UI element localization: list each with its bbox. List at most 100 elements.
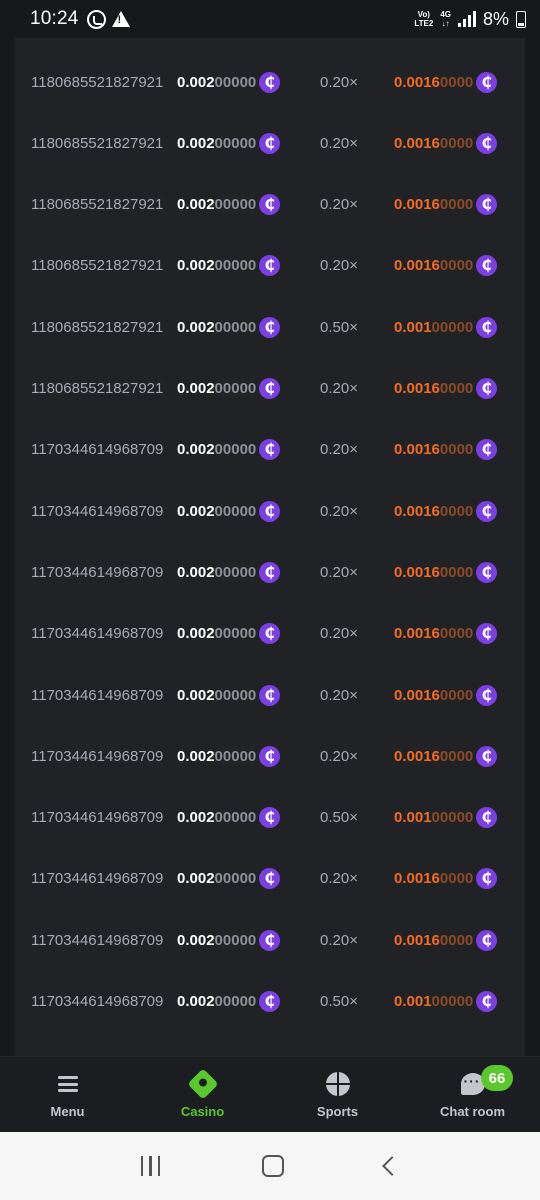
bet-multiplier: 0.20× (320, 441, 358, 459)
bet-multiplier: 0.20× (320, 502, 358, 520)
bet-row[interactable]: 1180685521827921 0.002 00000 ₵ 0.20× 0.0016 00… (15, 358, 525, 419)
bet-payout: 0.001 00000 ₵ (394, 316, 498, 338)
coin-icon: ₵ (476, 561, 498, 583)
bet-payout-trailing: 00000 (431, 318, 474, 336)
volte-line2: LTE2 (414, 19, 434, 28)
bet-multiplier: 0.20× (320, 625, 358, 643)
bet-payout-trailing: 0000 (439, 134, 474, 152)
bet-amount: 0.002 00000 ₵ (177, 71, 281, 93)
nav-sports[interactable]: Sports (270, 1057, 405, 1132)
bet-payout-trailing: 0000 (439, 747, 474, 765)
bet-payout: 0.0016 0000 ₵ (394, 929, 498, 951)
bet-payout: 0.0016 0000 ₵ (394, 71, 498, 93)
bet-amount: 0.002 00000 ₵ (177, 807, 281, 829)
bet-amount-trailing: 00000 (214, 380, 257, 397)
network-4g-icon: 4G ↓↑ (440, 10, 451, 28)
bet-row[interactable]: 1170344614968709 0.002 00000 ₵ 0.20× 0.0016 00… (15, 665, 525, 726)
coin-icon: ₵ (259, 378, 281, 399)
bet-payout-value: 0.0016 (394, 502, 440, 520)
bet-row[interactable]: 1180685521827921 0.002 00000 ₵ 0.50× 0.001 000… (15, 297, 525, 358)
bet-amount-trailing: 00000 (214, 196, 257, 214)
bet-row[interactable]: 1170344614968709 0.002 00000 ₵ 0.50× 0.001 000… (15, 787, 525, 848)
volte-line1: Vo) (417, 10, 430, 19)
bets-list[interactable]: 1180685521827921 0.002 00000 ₵ 0.20× 0.0016 00… (15, 38, 525, 1056)
basketball-icon (325, 1070, 350, 1098)
bet-amount-value: 0.002 (177, 502, 215, 520)
bet-row[interactable]: 1170344614968709 0.002 00000 ₵ 0.20× 0.0016 00… (15, 848, 525, 909)
bet-payout-value: 0.0016 (394, 380, 440, 397)
bet-amount-value: 0.002 (177, 809, 215, 827)
bet-amount-trailing: 00000 (214, 502, 257, 520)
bet-amount-trailing: 00000 (214, 563, 257, 581)
net-line1: 4G (440, 10, 451, 19)
nav-menu-label: Menu (50, 1104, 85, 1119)
coin-icon: ₵ (476, 194, 498, 216)
bet-payout-value: 0.0016 (394, 563, 440, 581)
bet-payout-trailing: 0000 (439, 931, 474, 949)
nav-menu[interactable]: Menu (0, 1057, 135, 1132)
bet-payout-value: 0.001 (394, 993, 432, 1010)
warning-icon (111, 11, 130, 27)
coin-icon: ₵ (259, 316, 281, 338)
bet-payout-value: 0.0016 (394, 625, 440, 643)
bet-payout-trailing: 0000 (439, 870, 474, 888)
bet-payout-value: 0.001 (394, 809, 432, 827)
bet-amount: 0.002 00000 ₵ (177, 500, 281, 522)
bet-payout-value: 0.0016 (394, 686, 440, 704)
bet-id: 1180685521827921 (31, 380, 164, 397)
nav-chat-label: Chat room (440, 1104, 505, 1119)
bet-row[interactable]: 1170344614968709 0.002 00000 ₵ 0.20× 0.0016 00… (15, 542, 525, 603)
bet-multiplier: 0.20× (320, 196, 358, 214)
coin-icon: ₵ (476, 623, 498, 645)
bet-row[interactable]: 1180685521827921 0.002 00000 ₵ 0.20× 0.0016 00… (15, 113, 525, 174)
recents-icon[interactable] (140, 1156, 161, 1176)
nav-casino[interactable]: Casino (135, 1057, 270, 1132)
casino-icon (186, 1068, 219, 1100)
bet-payout-value: 0.0016 (394, 931, 440, 949)
home-icon[interactable] (261, 1155, 284, 1177)
bet-amount-value: 0.002 (177, 380, 215, 397)
bet-payout: 0.0016 0000 ₵ (394, 684, 498, 706)
bet-id: 1180685521827921 (31, 134, 164, 152)
bet-amount-value: 0.002 (177, 441, 215, 459)
bet-payout: 0.0016 0000 ₵ (394, 500, 498, 522)
coin-icon: ₵ (259, 745, 281, 767)
coin-icon: ₵ (259, 500, 281, 522)
bet-amount: 0.002 00000 ₵ (177, 194, 281, 216)
bet-payout-trailing: 0000 (439, 686, 474, 704)
nav-chat-room[interactable]: Chat room (405, 1057, 540, 1132)
bet-row[interactable]: 1180685521827921 0.002 00000 ₵ 0.20× 0.0016 00… (15, 235, 525, 296)
bet-id: 1180685521827921 (31, 318, 164, 336)
bet-row[interactable]: 1170344614968709 0.002 00000 ₵ 0.20× 0.0016 00… (15, 419, 525, 480)
bet-row[interactable]: 1170344614968709 0.002 00000 ₵ 0.20× 0.0016 00… (15, 726, 525, 787)
bet-multiplier: 0.50× (320, 809, 358, 827)
bet-multiplier: 0.20× (320, 931, 358, 949)
bet-row[interactable]: 1180685521827921 0.002 00000 ₵ 0.20× 0.0016 00… (15, 52, 525, 113)
bet-amount-trailing: 00000 (214, 931, 257, 949)
nav-sports-label: Sports (316, 1104, 359, 1119)
coin-icon: ₵ (259, 132, 281, 154)
bet-payout: 0.0016 0000 ₵ (394, 194, 498, 216)
bet-amount: 0.002 00000 ₵ (177, 255, 281, 277)
bet-payout: 0.0016 0000 ₵ (394, 868, 498, 890)
bet-row[interactable]: 1170344614968709 0.002 00000 ₵ 0.50× 0.001 000… (15, 971, 525, 1032)
coin-icon: ₵ (259, 439, 281, 461)
bet-id: 1170344614968709 (31, 747, 164, 765)
coin-icon: ₵ (476, 71, 498, 93)
back-icon[interactable] (382, 1156, 403, 1176)
bet-row[interactable]: 1170344614968709 0.002 00000 ₵ 0.20× 0.0016 00… (15, 481, 525, 542)
bet-row[interactable]: 1170344614968709 0.002 00000 ₵ 0.20× 0.0016 00… (15, 910, 525, 971)
coin-icon: ₵ (476, 807, 498, 829)
bet-payout-trailing: 0000 (439, 502, 474, 520)
coin-icon: ₵ (476, 868, 498, 890)
bet-multiplier: 0.20× (320, 870, 358, 888)
coin-icon: ₵ (259, 561, 281, 583)
coin-icon: ₵ (476, 991, 498, 1012)
bet-row[interactable]: 1180685521827921 0.002 00000 ₵ 0.20× 0.0016 00… (15, 174, 525, 235)
bet-amount-value: 0.002 (177, 993, 215, 1010)
bet-amount-trailing: 00000 (214, 747, 257, 765)
bet-row[interactable]: 1170344614968709 0.002 00000 ₵ 0.20× 0.0016 00… (15, 603, 525, 664)
bet-payout-value: 0.0016 (394, 134, 440, 152)
bet-payout-trailing: 0000 (439, 196, 474, 214)
bet-amount: 0.002 00000 ₵ (177, 561, 281, 583)
